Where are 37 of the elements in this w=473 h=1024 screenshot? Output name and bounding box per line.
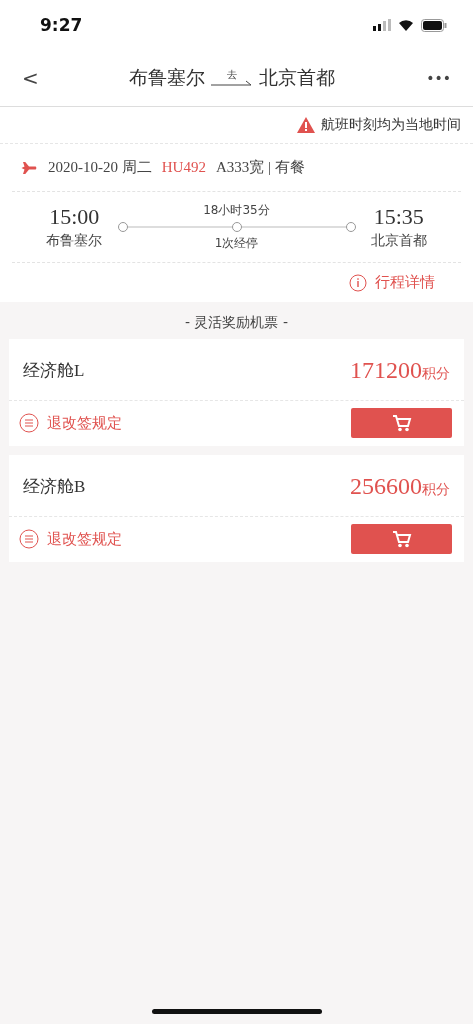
cabin-class: 经济舱B (23, 476, 86, 498)
points-unit: 积分 (422, 481, 450, 499)
arrival-time: 15:35 (373, 204, 424, 230)
signal-icon (373, 19, 391, 31)
points-price: 256600 (350, 473, 422, 500)
cart-icon (391, 530, 412, 548)
refund-rules-link[interactable]: 退改签规定 (19, 413, 122, 433)
list-icon (19, 529, 39, 549)
duration-text: 18小时35分 (203, 202, 270, 219)
notice-text: 航班时刻均为当地时间 (321, 116, 461, 134)
aircraft-info: A333宽 | 有餐 (215, 158, 305, 177)
itinerary-details-link[interactable]: 行程详情 (349, 273, 435, 292)
add-to-cart-button[interactable] (351, 408, 452, 438)
flight-date: 2020-10-20 周二 (48, 158, 152, 177)
arrival-city: 北京首都 (370, 232, 427, 250)
section-title: - 灵活奖励机票 - (185, 314, 288, 330)
refund-rules-link[interactable]: 退改签规定 (19, 529, 122, 549)
info-icon (349, 273, 367, 292)
direction-label: 去 (227, 70, 238, 80)
back-button[interactable]: < (18, 66, 43, 90)
more-button[interactable]: ••• (422, 70, 455, 86)
stops-text: 1次经停 (214, 235, 259, 252)
list-icon (19, 413, 39, 433)
flight-number: HU492 (161, 159, 206, 176)
add-to-cart-button[interactable] (351, 524, 452, 554)
warning-icon (297, 117, 315, 133)
departure-time: 15:00 (49, 204, 100, 230)
cart-icon (391, 414, 412, 432)
status-time: 9:27 (40, 15, 83, 35)
points-price: 171200 (350, 357, 422, 384)
wifi-icon (398, 19, 414, 31)
origin-city: 布鲁塞尔 (129, 65, 206, 90)
points-unit: 积分 (422, 365, 450, 383)
battery-icon (421, 18, 447, 32)
departure-city: 布鲁塞尔 (46, 232, 103, 250)
cabin-class: 经济舱L (23, 360, 85, 382)
destination-city: 北京首都 (259, 65, 336, 90)
